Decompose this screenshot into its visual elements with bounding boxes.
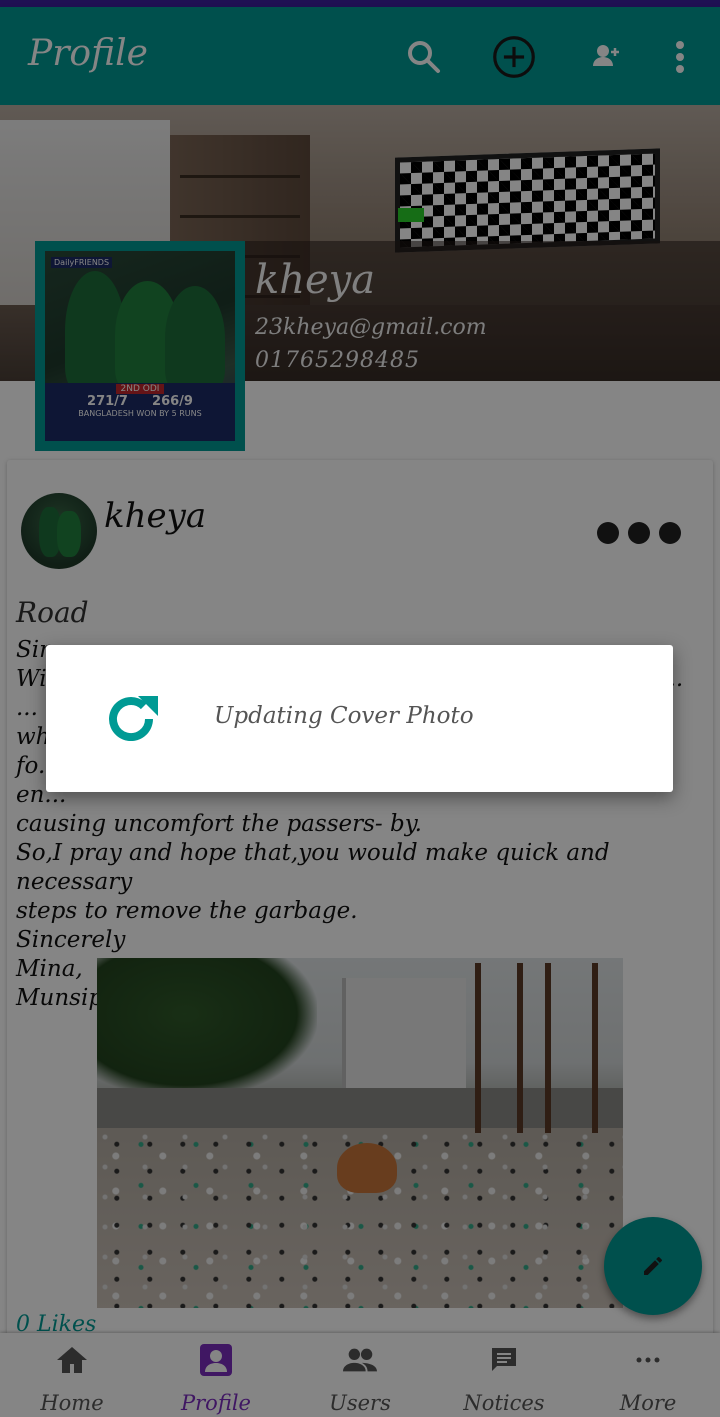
progress-dialog: Updating Cover Photo: [46, 645, 673, 792]
refresh-icon: [102, 690, 160, 748]
dialog-message: Updating Cover Photo: [214, 703, 474, 729]
